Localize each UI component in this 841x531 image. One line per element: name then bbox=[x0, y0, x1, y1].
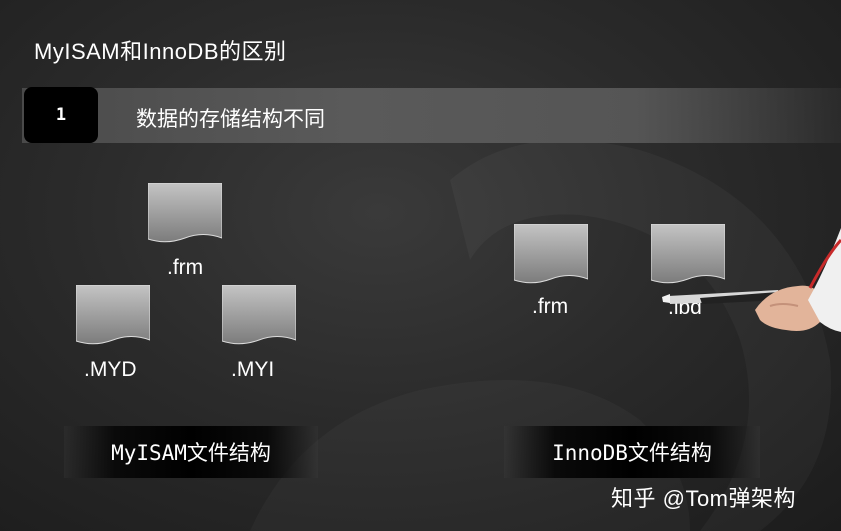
myisam-frm-label: .frm bbox=[167, 256, 204, 279]
presenter-hand-laser-pointer-icon bbox=[662, 228, 841, 332]
myisam-caption: MyISAM文件结构 bbox=[64, 426, 318, 478]
myisam-myi-label: .MYI bbox=[231, 358, 275, 381]
section-number: 1 bbox=[24, 87, 98, 143]
myisam-myi-document-icon bbox=[222, 285, 296, 345]
myisam-frm-document-icon bbox=[148, 183, 222, 243]
myisam-myd-document-icon bbox=[76, 285, 150, 345]
innodb-frm-document-icon bbox=[514, 224, 588, 284]
slide-title: MyISAM和InnoDB的区别 bbox=[34, 39, 287, 64]
innodb-frm-label: .frm bbox=[532, 295, 569, 318]
watermark: 知乎 @Tom弹架构 bbox=[611, 486, 797, 511]
section-heading: 数据的存储结构不同 bbox=[136, 108, 325, 131]
myisam-myd-label: .MYD bbox=[84, 358, 137, 381]
innodb-caption: InnoDB文件结构 bbox=[504, 426, 760, 478]
